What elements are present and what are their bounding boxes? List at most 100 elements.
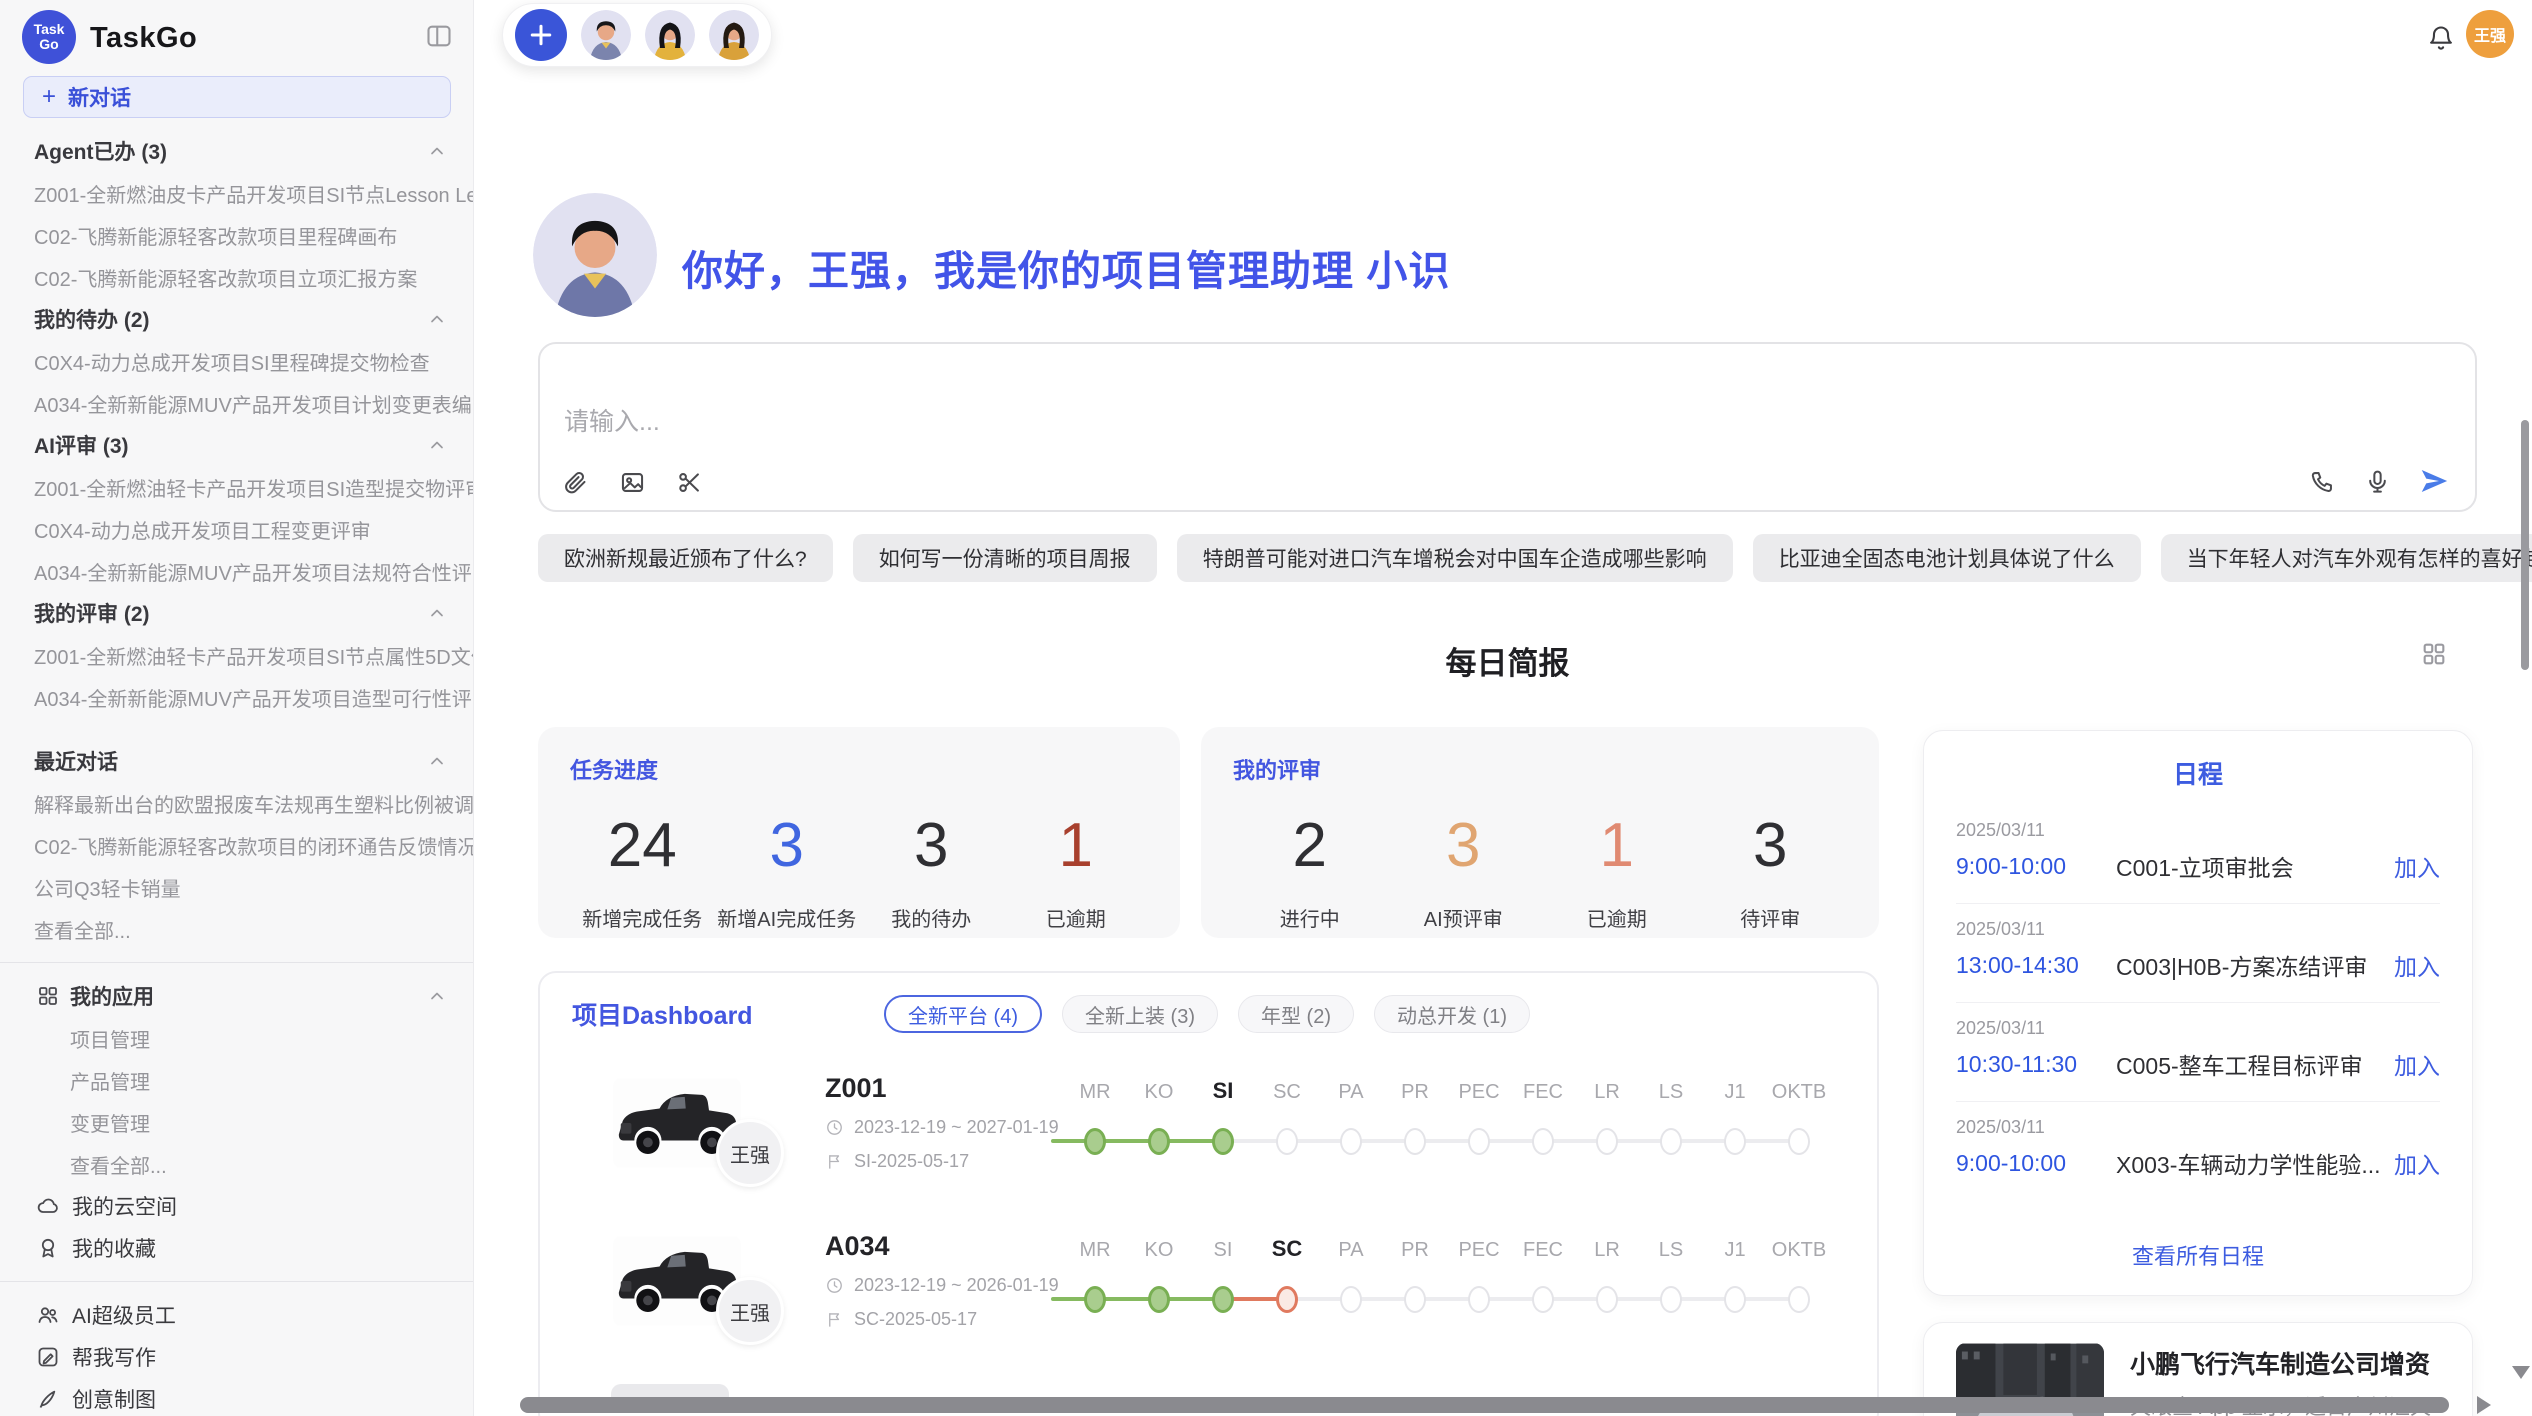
suggestion-chip[interactable]: 特朗普可能对进口汽车增税会对中国车企造成哪些影响: [1177, 534, 1733, 582]
milestone-dot[interactable]: [1788, 1286, 1810, 1313]
milestone-dot[interactable]: [1212, 1128, 1234, 1155]
sidebar-collapse-icon[interactable]: [425, 22, 453, 50]
sidebar-app-item[interactable]: 项目管理: [0, 1017, 473, 1059]
scissors-icon[interactable]: [676, 469, 703, 496]
scroll-down-arrow-icon[interactable]: [2512, 1366, 2530, 1379]
dashboard-filter-chip[interactable]: 全新平台 (4): [884, 995, 1042, 1033]
milestone-dot[interactable]: [1404, 1286, 1426, 1313]
milestone-label: MR: [1063, 1239, 1127, 1262]
sidebar-conversation-item[interactable]: C0X4-动力总成开发项目工程变更评审: [0, 508, 473, 550]
agent-avatar-1[interactable]: [581, 10, 631, 60]
sidebar-app-item[interactable]: 产品管理: [0, 1059, 473, 1101]
milestone-dot[interactable]: [1340, 1128, 1362, 1155]
suggestion-chip[interactable]: 如何写一份清晰的项目周报: [853, 534, 1157, 582]
milestone-dot[interactable]: [1788, 1128, 1810, 1155]
dashboard-filter-chip[interactable]: 全新上装 (3): [1062, 995, 1218, 1033]
event-row: 9:00-10:00C001-立项审批会加入: [1956, 849, 2440, 883]
milestone-dot[interactable]: [1532, 1128, 1554, 1155]
sidebar-conversation-item[interactable]: C02-飞腾新能源轻客改款项目的闭环通告反馈情况: [0, 824, 473, 866]
horizontal-scrollbar[interactable]: [520, 1397, 2449, 1413]
sidebar-conversation-item[interactable]: A034-全新新能源MUV产品开发项目造型可行性评审: [0, 676, 473, 718]
milestone-dot[interactable]: [1148, 1286, 1170, 1313]
sidebar-conversation-item[interactable]: Z001-全新燃油轻卡产品开发项目SI节点属性5D文件评审: [0, 634, 473, 676]
notification-bell-icon[interactable]: [2427, 24, 2455, 52]
event-join-link[interactable]: 加入: [2394, 1047, 2440, 1081]
agent-avatar-2[interactable]: [645, 10, 695, 60]
dashboard-filter-chip[interactable]: 年型 (2): [1238, 995, 1354, 1033]
sidebar-conversation-item[interactable]: Z001-全新燃油皮卡产品开发项目SI节点Lesson Learn报告: [0, 172, 473, 214]
user-avatar[interactable]: 王强: [2466, 10, 2514, 58]
milestone-dot[interactable]: [1724, 1286, 1746, 1313]
schedule-view-all-link[interactable]: 查看所有日程: [1924, 1239, 2472, 1271]
sidebar-apps-header[interactable]: 我的应用: [0, 975, 473, 1017]
stat-label: AI预评审: [1387, 903, 1541, 932]
milestone-label: PEC: [1447, 1239, 1511, 1262]
sidebar-tool-users[interactable]: AI超级员工: [0, 1294, 473, 1336]
stat-label: 我的待办: [859, 903, 1004, 932]
milestone-dot[interactable]: [1404, 1128, 1426, 1155]
milestone-dot[interactable]: [1276, 1286, 1298, 1313]
sidebar-conversation-item[interactable]: C0X4-动力总成开发项目SI里程碑提交物检查: [0, 340, 473, 382]
project-flag: SC-2025-05-17: [825, 1309, 977, 1330]
sidebar-section-header[interactable]: 最近对话: [0, 740, 473, 782]
stat-value: 24: [570, 815, 715, 877]
stat-value: 2: [1233, 815, 1387, 877]
milestone-dot[interactable]: [1468, 1128, 1490, 1155]
milestone-dot[interactable]: [1532, 1286, 1554, 1313]
sidebar-section-header[interactable]: 我的评审 (2): [0, 592, 473, 634]
sidebar-section-header[interactable]: Agent已办 (3): [0, 130, 473, 172]
event-join-link[interactable]: 加入: [2394, 849, 2440, 883]
milestone-dot[interactable]: [1148, 1128, 1170, 1155]
suggestion-chip[interactable]: 当下年轻人对汽车外观有怎样的喜好趋势: [2161, 534, 2532, 582]
sidebar-item-cloud[interactable]: 我的云空间: [0, 1185, 473, 1227]
message-input[interactable]: [540, 344, 2475, 454]
milestone-dot[interactable]: [1596, 1286, 1618, 1313]
agent-avatar-3[interactable]: [709, 10, 759, 60]
milestone-dot[interactable]: [1660, 1286, 1682, 1313]
sidebar-tool-pen[interactable]: 创意制图: [0, 1378, 473, 1416]
paperclip-icon[interactable]: [562, 469, 589, 496]
milestone-dot[interactable]: [1084, 1286, 1106, 1313]
milestone-dot[interactable]: [1468, 1286, 1490, 1313]
milestone-dot[interactable]: [1724, 1128, 1746, 1155]
sidebar-app-item[interactable]: 查看全部...: [0, 1143, 473, 1185]
briefing-layout-icon[interactable]: [2420, 640, 2448, 668]
sidebar-tool-write[interactable]: 帮我写作: [0, 1336, 473, 1378]
milestone-dot[interactable]: [1084, 1128, 1106, 1155]
dashboard-filter-chip[interactable]: 动总开发 (1): [1374, 995, 1530, 1033]
sidebar-app-item[interactable]: 变更管理: [0, 1101, 473, 1143]
sidebar-conversation-item[interactable]: C02-飞腾新能源轻客改款项目里程碑画布: [0, 214, 473, 256]
milestone-dot[interactable]: [1340, 1286, 1362, 1313]
milestone-dot[interactable]: [1276, 1128, 1298, 1155]
event-join-link[interactable]: 加入: [2394, 948, 2440, 982]
suggestion-chip[interactable]: 欧洲新规最近颁布了什么?: [538, 534, 833, 582]
mic-icon[interactable]: [2364, 468, 2391, 495]
sidebar-section-header[interactable]: AI评审 (3): [0, 424, 473, 466]
sidebar-conversation-item[interactable]: 查看全部...: [0, 908, 473, 950]
sidebar-conversation-item[interactable]: Z001-全新燃油轻卡产品开发项目SI造型提交物评审: [0, 466, 473, 508]
grid-icon: [36, 984, 60, 1008]
add-agent-button[interactable]: [515, 9, 567, 61]
sidebar-conversation-item[interactable]: 公司Q3轻卡销量: [0, 866, 473, 908]
milestone-dot[interactable]: [1212, 1286, 1234, 1313]
event-join-link[interactable]: 加入: [2394, 1146, 2440, 1180]
milestone-dot[interactable]: [1596, 1128, 1618, 1155]
send-icon[interactable]: [2419, 466, 2449, 496]
project-code[interactable]: Z001: [825, 1073, 887, 1104]
sidebar-section-header[interactable]: 我的待办 (2): [0, 298, 473, 340]
sidebar-conversation-item[interactable]: A034-全新新能源MUV产品开发项目法规符合性评审: [0, 550, 473, 592]
suggestion-chip[interactable]: 比亚迪全固态电池计划具体说了什么: [1753, 534, 2141, 582]
sidebar-conversation-item[interactable]: A034-全新新能源MUV产品开发项目计划变更表编写: [0, 382, 473, 424]
image-icon[interactable]: [619, 469, 646, 496]
milestone-dot[interactable]: [1660, 1128, 1682, 1155]
vertical-scrollbar[interactable]: [2521, 420, 2529, 670]
phone-icon[interactable]: [2309, 468, 2336, 495]
sidebar-tools: AI超级员工帮我写作创意制图: [0, 1294, 473, 1416]
new-chat-button[interactable]: + 新对话: [23, 76, 451, 118]
sidebar-conversation-item[interactable]: C02-飞腾新能源轻客改款项目立项汇报方案: [0, 256, 473, 298]
sidebar-item-badge[interactable]: 我的收藏: [0, 1227, 473, 1269]
scroll-right-arrow-icon[interactable]: [2477, 1396, 2491, 1414]
clock-icon: [825, 1276, 844, 1295]
sidebar-conversation-item[interactable]: 解释最新出台的欧盟报废车法规再生塑料比例被调至15%...: [0, 782, 473, 824]
project-code[interactable]: A034: [825, 1231, 890, 1262]
